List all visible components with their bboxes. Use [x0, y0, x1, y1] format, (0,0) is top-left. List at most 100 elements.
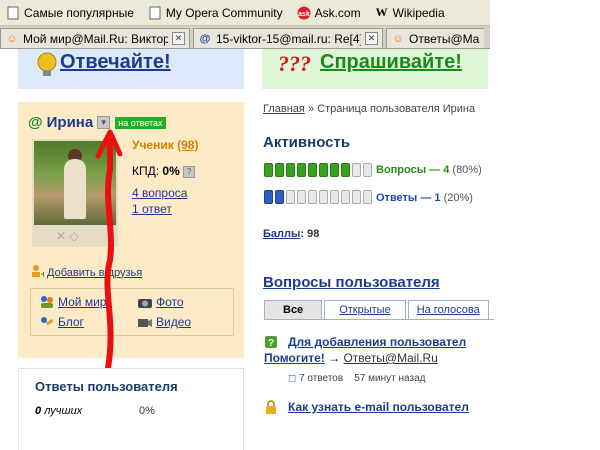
question-marks-icon: ???: [278, 51, 311, 76]
page-icon: [148, 6, 162, 20]
bookmark-popular[interactable]: Самые популярные: [6, 6, 134, 20]
activity-segment: [308, 163, 317, 177]
video-label[interactable]: Видео: [156, 315, 191, 329]
activity-segment: [363, 163, 372, 177]
tab-label: 15-viktor-15@mail.ru: Re[4]: -...: [216, 31, 361, 46]
user-name[interactable]: Ирина: [47, 114, 94, 131]
answers-count: 7 ответов: [299, 373, 344, 384]
at-icon: @: [199, 32, 211, 45]
breadcrumb: Главная » Страница пользователя Ирина: [263, 103, 475, 115]
activity-segment: [264, 190, 273, 204]
at-icon: @: [28, 114, 43, 131]
blog-link[interactable]: Блог: [39, 315, 84, 329]
svg-text:ask: ask: [298, 11, 310, 18]
breadcrumb-current: Страница пользователя Ирина: [317, 103, 476, 115]
rank-label: Ученик: [132, 138, 174, 152]
question-subtitle-row: Помогите! → Ответы@Mail.Ru: [264, 351, 438, 365]
user-answers-panel: Ответы пользователя 0 лучших 0%: [18, 368, 244, 450]
answers-activity-text[interactable]: Ответы — 1: [376, 192, 441, 204]
questions-activity-bar: [264, 163, 374, 177]
activity-segment: [319, 163, 328, 177]
activity-segment: [330, 163, 339, 177]
bookmark-ask[interactable]: ask Ask.com: [297, 6, 361, 20]
bookmark-label: Ask.com: [314, 5, 361, 20]
profile-stats: Ученик (98) КПД: 0% ? 4 вопроса 1 ответ: [132, 138, 242, 216]
tab-my-world[interactable]: ☺ Мой мир@Mail.Ru: Виктор Др... ✕: [0, 28, 190, 48]
breadcrumb-home[interactable]: Главная: [263, 103, 305, 115]
question-meta: ◻ 7 ответов 57 минут назад: [288, 373, 425, 384]
bookmarks-bar: Самые популярные My Opera Community ask …: [0, 0, 490, 26]
tab-voting[interactable]: На голосова: [407, 300, 489, 319]
activity-segment: [341, 163, 350, 177]
bookmark-label: My Opera Community: [165, 5, 283, 20]
browser-tabs: ☺ Мой мир@Mail.Ru: Виктор Др... ✕ @ 15-v…: [0, 26, 490, 49]
question-subtitle-link[interactable]: Помогите!: [264, 351, 325, 365]
best-answers-row: 0 лучших 0%: [35, 405, 155, 417]
answers-activity-label[interactable]: Ответы — 1 (20%): [376, 192, 473, 204]
question-title-link[interactable]: Для добавления пользовател: [288, 335, 466, 349]
svg-text:?: ?: [268, 338, 274, 349]
blog-label[interactable]: Блог: [58, 315, 84, 329]
bookmark-label: Wikipedia: [392, 5, 445, 20]
best-label: лучших: [44, 405, 83, 417]
lock-icon: [264, 400, 278, 414]
activity-segment: [319, 190, 328, 204]
arrow-icon: →: [328, 351, 341, 365]
video-link[interactable]: Видео: [137, 315, 191, 329]
tab-open[interactable]: Открытые: [324, 300, 406, 319]
activity-segment: [286, 163, 295, 177]
close-icon[interactable]: ✕: [365, 32, 378, 45]
activity-segment: [275, 163, 284, 177]
best-count: 0: [35, 405, 42, 417]
video-camera-icon: [137, 315, 153, 329]
activity-segment: [297, 163, 306, 177]
points-link[interactable]: Баллы: [263, 228, 300, 240]
user-questions-title[interactable]: Вопросы пользователя: [263, 274, 440, 291]
rank-points-link[interactable]: (98): [177, 138, 198, 152]
kpd-label: КПД:: [132, 164, 160, 178]
activity-segment: [352, 190, 361, 204]
ask-link[interactable]: Спрашивайте!: [320, 51, 462, 74]
mailru-icon: ☺: [6, 32, 18, 45]
activity-segment: [330, 190, 339, 204]
question-title-link[interactable]: Как узнать e-mail пользовател: [288, 400, 469, 414]
activity-segment: [308, 190, 317, 204]
photo-person: [64, 159, 86, 219]
activity-segment: [286, 190, 295, 204]
answer-link[interactable]: Отвечайте!: [60, 51, 171, 74]
bookmark-opera-community[interactable]: My Opera Community: [148, 6, 283, 20]
photo-link[interactable]: Фото: [137, 295, 184, 309]
mailru-icon: ☺: [392, 32, 404, 45]
question-icon: ?: [264, 335, 278, 349]
questions-activity-label[interactable]: Вопросы — 4 (80%): [376, 164, 482, 176]
question-tabs: Все Открытые На голосова: [264, 300, 494, 320]
question-category-link[interactable]: Ответы@Mail.Ru: [343, 351, 437, 365]
questions-activity-percent: (80%): [452, 164, 482, 176]
photo-label[interactable]: Фото: [156, 295, 184, 309]
answers-activity-bar: [264, 190, 374, 204]
tab-label: Мой мир@Mail.Ru: Виктор Др...: [23, 31, 168, 46]
answers-activity-percent: (20%): [443, 192, 473, 204]
rating-icons: ✕ ◇: [56, 229, 79, 243]
close-icon[interactable]: ✕: [172, 32, 185, 45]
tab-mail[interactable]: @ 15-viktor-15@mail.ru: Re[4]: -... ✕: [193, 28, 383, 48]
questions-activity-text[interactable]: Вопросы — 4: [376, 164, 449, 176]
activity-segment: [264, 163, 273, 177]
activity-segment: [352, 163, 361, 177]
best-percent: 0%: [139, 405, 155, 417]
bookmark-label: Самые популярные: [24, 5, 134, 20]
kpd: КПД: 0% ?: [132, 164, 242, 178]
activity-title: Активность: [263, 134, 351, 151]
questions-count-link[interactable]: 4 вопроса: [132, 186, 242, 200]
ask-icon: ask: [297, 6, 311, 20]
tab-all[interactable]: Все: [264, 300, 323, 319]
tab-answers[interactable]: ☺ Ответы@Mail.Ru: [386, 28, 484, 48]
annotation-arrow: [95, 129, 123, 370]
time-ago: 57 минут назад: [354, 373, 426, 384]
bookmark-wikipedia[interactable]: W Wikipedia: [375, 5, 445, 20]
camera-icon: [137, 295, 153, 309]
comment-icon: ◻: [288, 373, 297, 384]
page-icon: [6, 6, 20, 20]
answers-count-link[interactable]: 1 ответ: [132, 202, 242, 216]
help-icon[interactable]: ?: [183, 165, 196, 178]
